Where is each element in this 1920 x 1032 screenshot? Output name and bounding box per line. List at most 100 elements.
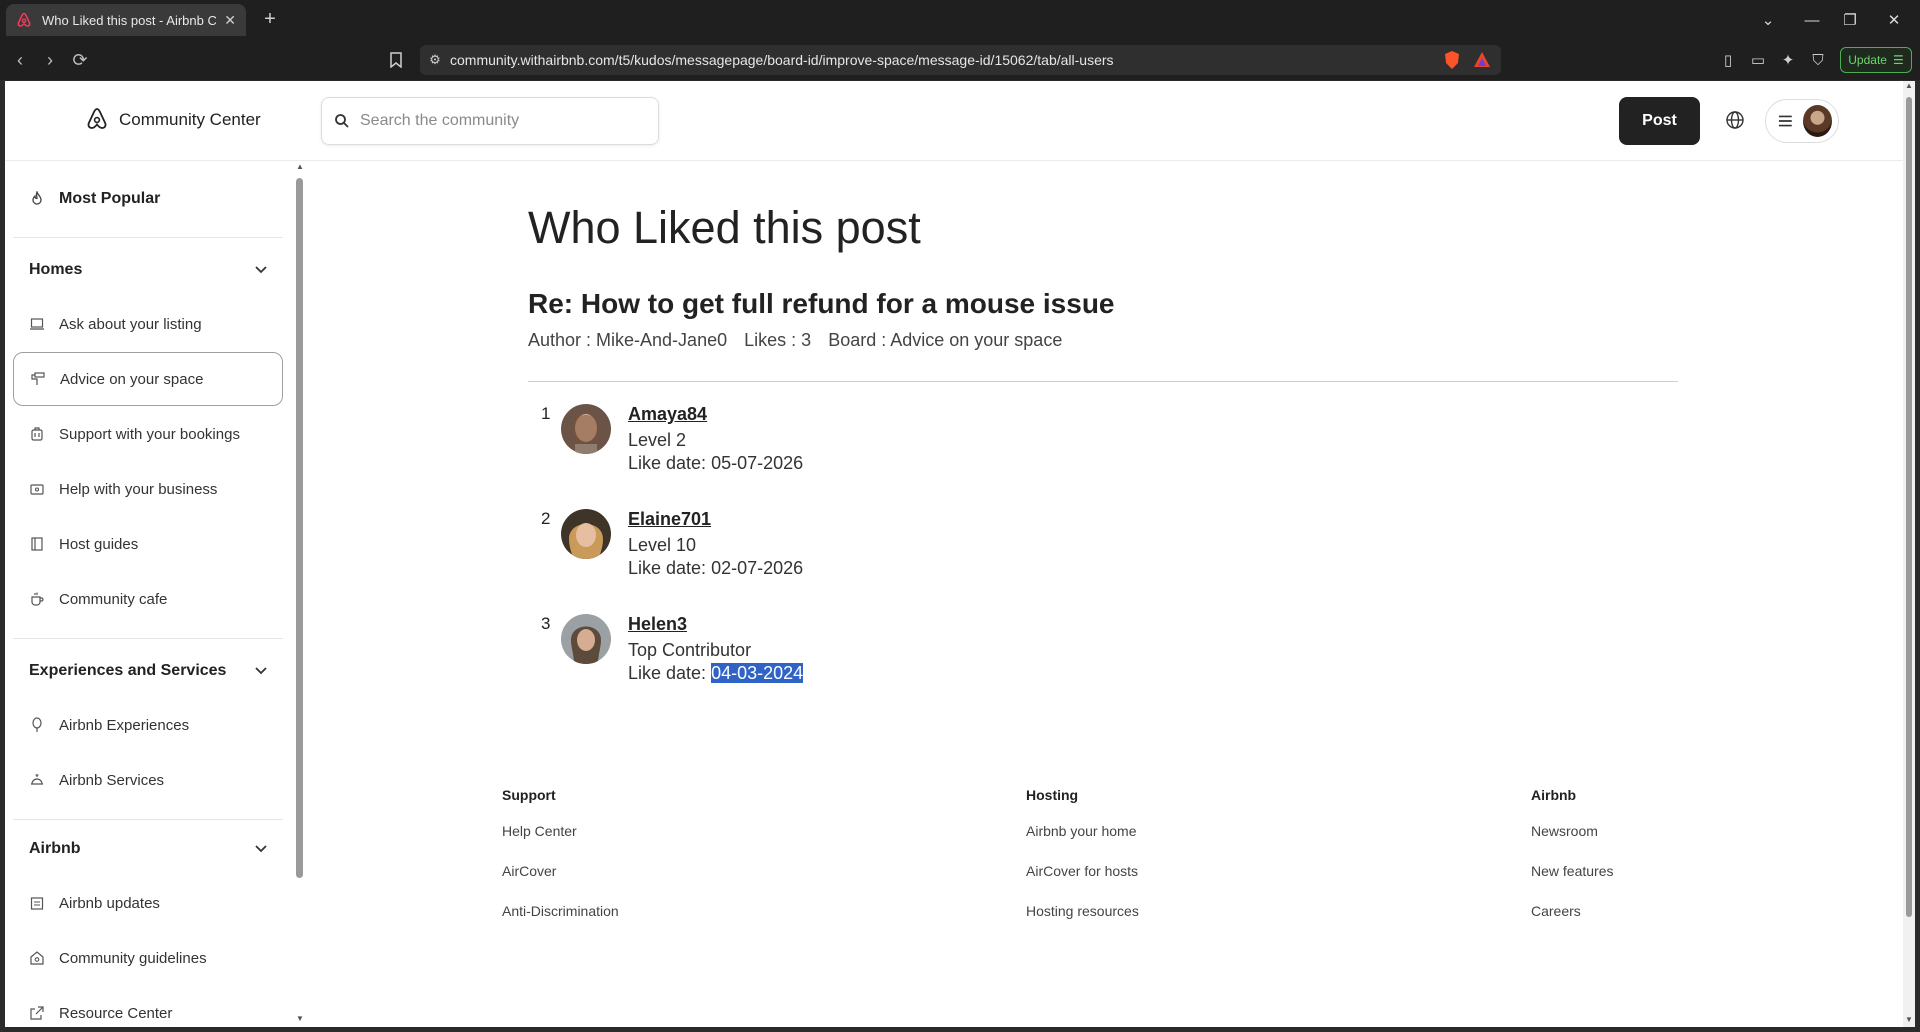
brave-shield-icon[interactable] <box>1441 49 1463 71</box>
sidebar-section-title: Homes <box>29 261 83 278</box>
search-input[interactable] <box>360 112 640 130</box>
footer-link[interactable]: Anti-Discrimination <box>502 903 619 943</box>
post-board: Board : Advice on your space <box>828 330 1063 350</box>
sidebar-item-label: Airbnb Experiences <box>59 716 190 734</box>
reload-icon[interactable]: ⟳ <box>68 48 92 72</box>
menu-icon: ☰ <box>1892 53 1904 67</box>
footer-link[interactable]: Careers <box>1531 903 1613 943</box>
liker-avatar[interactable] <box>561 404 611 454</box>
address-url[interactable]: community.withairbnb.com/t5/kudos/messag… <box>450 52 1441 68</box>
user-menu-button[interactable] <box>1765 99 1839 143</box>
sidebar-item-airbnb-services[interactable]: Airbnb Services <box>13 753 283 807</box>
sidebar-scroll-thumb[interactable] <box>296 178 303 878</box>
liker-username-link[interactable]: Helen3 <box>628 614 687 635</box>
sidebar-item-label: Advice on your space <box>60 370 204 388</box>
sidebar-divider <box>13 638 283 639</box>
address-bar[interactable]: ⚙ community.withairbnb.com/t5/kudos/mess… <box>420 45 1501 75</box>
scroll-up-arrow-icon[interactable]: ▲ <box>1903 81 1915 90</box>
browser-tab[interactable]: Who Liked this post - Airbnb Co ✕ <box>6 4 246 36</box>
service-bell-icon <box>31 774 43 785</box>
sidebar-item-label: Airbnb Services <box>59 771 165 789</box>
sidebar-item-airbnb-updates[interactable]: Airbnb updates <box>13 876 283 930</box>
hamburger-menu-icon <box>1778 115 1792 127</box>
like-date-label: Like date: <box>628 453 707 473</box>
sidebar-scrollbar[interactable]: ▲ ▼ <box>293 162 305 1027</box>
page-scroll-thumb[interactable] <box>1906 97 1912 917</box>
footer-link[interactable]: Hosting resources <box>1026 903 1139 943</box>
sidebar-section-experiences[interactable]: Experiences and Services <box>13 651 283 691</box>
footer-link[interactable]: New features <box>1531 863 1613 903</box>
page-scrollbar[interactable]: ▲ ▼ <box>1903 81 1915 1027</box>
bookmark-icon[interactable] <box>384 48 408 72</box>
footer-link[interactable]: Newsroom <box>1531 823 1613 863</box>
footer-heading: Hosting <box>1026 787 1079 803</box>
close-tab-icon[interactable]: ✕ <box>224 12 236 29</box>
restore-window-icon[interactable]: ❐ <box>1828 0 1872 40</box>
sidebar-item-host-guides[interactable]: Host guides <box>13 517 283 571</box>
close-window-icon[interactable]: ✕ <box>1872 0 1916 40</box>
brave-rewards-icon[interactable] <box>1471 49 1493 71</box>
liker-row: 2 Elaine701 Level 10 Like date: 02-07-20… <box>528 507 1028 597</box>
sidebar-item-help-business[interactable]: Help with your business <box>13 462 283 516</box>
globe-icon[interactable] <box>1724 109 1746 131</box>
post-title: Re: How to get full refund for a mouse i… <box>528 288 1115 319</box>
liker-avatar[interactable] <box>561 509 611 559</box>
sidebar-item-label: Host guides <box>59 535 139 553</box>
footer-link[interactable]: AirCover <box>502 863 619 903</box>
chevron-down-icon <box>255 667 267 675</box>
external-link-icon <box>30 1006 44 1020</box>
update-button[interactable]: Update ☰ <box>1840 47 1912 73</box>
like-date-label: Like date: <box>628 558 707 578</box>
leo-ai-icon[interactable]: ✦ <box>1776 48 1800 72</box>
sidebar-item-label: Help with your business <box>59 480 218 498</box>
liker-username-link[interactable]: Elaine701 <box>628 509 711 530</box>
sidebar-section-homes[interactable]: Homes <box>13 250 283 290</box>
sidebar-item-community-cafe[interactable]: Community cafe <box>13 572 283 626</box>
wallet-icon[interactable]: ▭ <box>1746 48 1770 72</box>
liker-level: Top Contributor <box>628 640 752 660</box>
brand-name: Community Center <box>119 110 261 129</box>
tab-list-chevron-icon[interactable]: ⌄ <box>1746 0 1790 40</box>
sidebar-item-advice-on-space[interactable]: Advice on your space <box>13 352 283 406</box>
paint-roller-icon <box>31 372 45 385</box>
sidebar-item-airbnb-experiences[interactable]: Airbnb Experiences <box>13 698 283 752</box>
community-center-link[interactable]: Community Center <box>85 107 261 133</box>
house-heart-icon <box>30 951 44 965</box>
sidebar-item-ask-about-listing[interactable]: Ask about your listing <box>13 297 283 351</box>
sidebar-nav: Most Popular Homes Ask about your listin… <box>5 162 293 1027</box>
page-title: Who Liked this post <box>528 202 921 253</box>
footer-column-hosting: Hosting Airbnb your home AirCover for ho… <box>1026 787 1139 943</box>
footer-link[interactable]: Airbnb your home <box>1026 823 1139 863</box>
sidebar-item-label: Most Popular <box>59 190 161 207</box>
sidebar-item-most-popular[interactable]: Most Popular <box>13 172 283 226</box>
liker-avatar[interactable] <box>561 614 611 664</box>
sidebar-item-support-bookings[interactable]: Support with your bookings <box>13 407 283 461</box>
scroll-down-arrow-icon[interactable]: ▼ <box>294 1014 306 1023</box>
sidebar-section-title: Experiences and Services <box>29 662 227 679</box>
sidebar-toggle-icon[interactable]: ▯ <box>1716 48 1740 72</box>
balloon-icon <box>32 717 42 732</box>
back-arrow-icon[interactable]: ‹ <box>8 48 32 72</box>
footer-column-support: Support Help Center AirCover Anti-Discri… <box>502 787 619 943</box>
vpn-shield-icon[interactable]: ⛉ <box>1806 48 1830 72</box>
sidebar-item-resource-center[interactable]: Resource Center <box>13 986 283 1027</box>
liker-index: 2 <box>541 509 551 528</box>
footer-column-airbnb: Airbnb Newsroom New features Careers <box>1531 787 1613 943</box>
liker-username-link[interactable]: Amaya84 <box>628 404 707 425</box>
forward-arrow-icon[interactable]: › <box>38 48 62 72</box>
scroll-up-arrow-icon[interactable]: ▲ <box>294 162 306 171</box>
update-label: Update <box>1848 53 1887 67</box>
site-settings-icon[interactable]: ⚙ <box>420 52 450 68</box>
footer-heading: Support <box>502 787 556 803</box>
scroll-down-arrow-icon[interactable]: ▼ <box>1903 1015 1915 1024</box>
post-button[interactable]: Post <box>1619 97 1700 145</box>
new-tab-button[interactable]: + <box>258 8 282 32</box>
sidebar-item-community-guidelines[interactable]: Community guidelines <box>13 931 283 985</box>
sidebar-divider <box>13 819 283 820</box>
divider <box>528 381 1678 382</box>
liker-like-date: Like date: 04-03-2024 <box>628 663 804 684</box>
footer-link[interactable]: Help Center <box>502 823 619 863</box>
search-box[interactable] <box>321 97 659 145</box>
sidebar-section-airbnb[interactable]: Airbnb <box>13 829 283 869</box>
footer-link[interactable]: AirCover for hosts <box>1026 863 1139 903</box>
